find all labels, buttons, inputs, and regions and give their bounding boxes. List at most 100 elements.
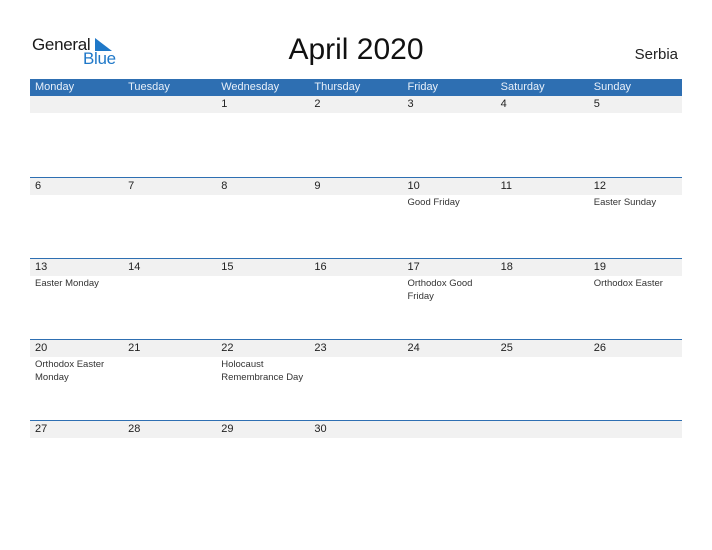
weekday-tuesday: Tuesday <box>128 81 170 93</box>
holiday-label <box>314 438 402 439</box>
holiday-label <box>221 195 309 196</box>
day-number <box>408 421 496 438</box>
holiday-label: Easter Monday <box>35 278 99 289</box>
day-number: 26 <box>593 342 606 354</box>
holiday-label <box>408 357 496 358</box>
day-cell: 24 <box>403 340 496 384</box>
day-cell: 3 <box>403 96 496 114</box>
weekday-wednesday: Wednesday <box>221 81 280 93</box>
day-cell <box>589 421 682 439</box>
day-cell: 15 <box>216 259 309 303</box>
day-number: 9 <box>314 180 321 192</box>
day-number: 10 <box>407 180 420 192</box>
holiday-label <box>128 113 216 114</box>
day-cell: 1 <box>216 96 309 114</box>
day-number: 11 <box>500 180 513 192</box>
day-number: 29 <box>221 423 234 435</box>
day-number: 3 <box>407 98 414 110</box>
day-cell: 2 <box>309 96 402 114</box>
holiday-label <box>128 357 216 358</box>
day-number: 23 <box>314 342 327 354</box>
day-cell: 8 <box>216 178 309 209</box>
holiday-label <box>594 357 682 358</box>
day-number <box>128 96 216 113</box>
day-number: 6 <box>35 180 42 192</box>
day-number <box>594 421 682 438</box>
day-number: 20 <box>35 342 48 354</box>
holiday-label <box>314 113 402 114</box>
holiday-label <box>221 113 309 114</box>
week-row: 13 Easter Monday 14 15 16 17 Orthodox Good Fri… <box>30 258 682 339</box>
day-number: 5 <box>593 98 600 110</box>
holiday-label: Orthodox Easter Monday <box>35 359 105 383</box>
weekday-sunday: Sunday <box>593 81 632 93</box>
week-row: 1 2 3 4 5 <box>30 96 682 177</box>
day-cell: 17 Orthodox Good Friday <box>403 259 496 303</box>
day-number: 24 <box>407 342 420 354</box>
calendar-grid: 1 2 3 4 5 6 7 8 9 10 Good Friday 11 12 Easter Sunday 1… <box>30 96 682 501</box>
holiday-label <box>221 276 309 277</box>
day-number: 21 <box>128 342 141 354</box>
day-number: 1 <box>221 98 228 110</box>
day-number: 4 <box>500 98 507 110</box>
day-number: 13 <box>35 261 48 273</box>
day-cell: 29 <box>216 421 309 439</box>
holiday-label <box>128 276 216 277</box>
day-cell: 18 <box>496 259 589 303</box>
weekday-saturday: Saturday <box>500 81 545 93</box>
holiday-label <box>594 113 682 114</box>
week-row: 20 Orthodox Easter Monday 21 22 Holocaust Re… <box>30 339 682 420</box>
holiday-label <box>35 438 123 439</box>
country-label: Serbia <box>634 46 678 63</box>
day-cell: 7 <box>123 178 216 209</box>
weekday-thursday: Thursday <box>314 81 361 93</box>
day-cell: 30 <box>309 421 402 439</box>
holiday-label <box>501 113 589 114</box>
holiday-label <box>408 438 496 439</box>
day-number: 22 <box>221 342 234 354</box>
holiday-label <box>314 357 402 358</box>
day-number: 27 <box>35 423 48 435</box>
day-cell: 10 Good Friday <box>403 178 496 209</box>
holiday-label <box>35 113 123 114</box>
day-cell <box>403 421 496 439</box>
day-cell: 16 <box>309 259 402 303</box>
holiday-label <box>314 195 402 196</box>
holiday-label <box>501 276 589 277</box>
holiday-label: Holocaust Remembrance Day <box>221 359 304 383</box>
day-number: 2 <box>314 98 321 110</box>
day-number: 8 <box>221 180 228 192</box>
holiday-label <box>128 438 216 439</box>
day-cell: 4 <box>496 96 589 114</box>
weekday-friday: Friday <box>407 81 439 93</box>
holiday-label <box>408 113 496 114</box>
day-cell: 19 Orthodox Easter <box>589 259 682 303</box>
day-cell: 27 <box>30 421 123 439</box>
weekday-monday: Monday <box>35 81 75 93</box>
holiday-label <box>501 195 589 196</box>
day-number: 7 <box>128 180 135 192</box>
day-number: 16 <box>314 261 327 273</box>
day-number: 30 <box>314 423 327 435</box>
day-cell: 26 <box>589 340 682 384</box>
holiday-label <box>501 438 589 439</box>
holiday-label: Easter Sunday <box>593 197 657 208</box>
day-number: 25 <box>500 342 513 354</box>
day-cell <box>123 96 216 114</box>
day-number: 17 <box>407 261 420 273</box>
holiday-label <box>221 438 309 439</box>
day-number: 12 <box>593 180 606 192</box>
day-cell <box>30 96 123 114</box>
holiday-label <box>128 195 216 196</box>
week-row: 6 7 8 9 10 Good Friday 11 12 Easter Sunday <box>30 177 682 258</box>
day-number: 19 <box>593 261 606 273</box>
day-number: 14 <box>128 261 141 273</box>
holiday-label: Good Friday <box>407 197 460 208</box>
day-number <box>35 96 123 113</box>
day-cell: 25 <box>496 340 589 384</box>
holiday-label: Orthodox Easter <box>593 278 663 289</box>
day-number: 28 <box>128 423 141 435</box>
holiday-label <box>314 276 402 277</box>
day-cell <box>496 421 589 439</box>
day-cell: 9 <box>309 178 402 209</box>
